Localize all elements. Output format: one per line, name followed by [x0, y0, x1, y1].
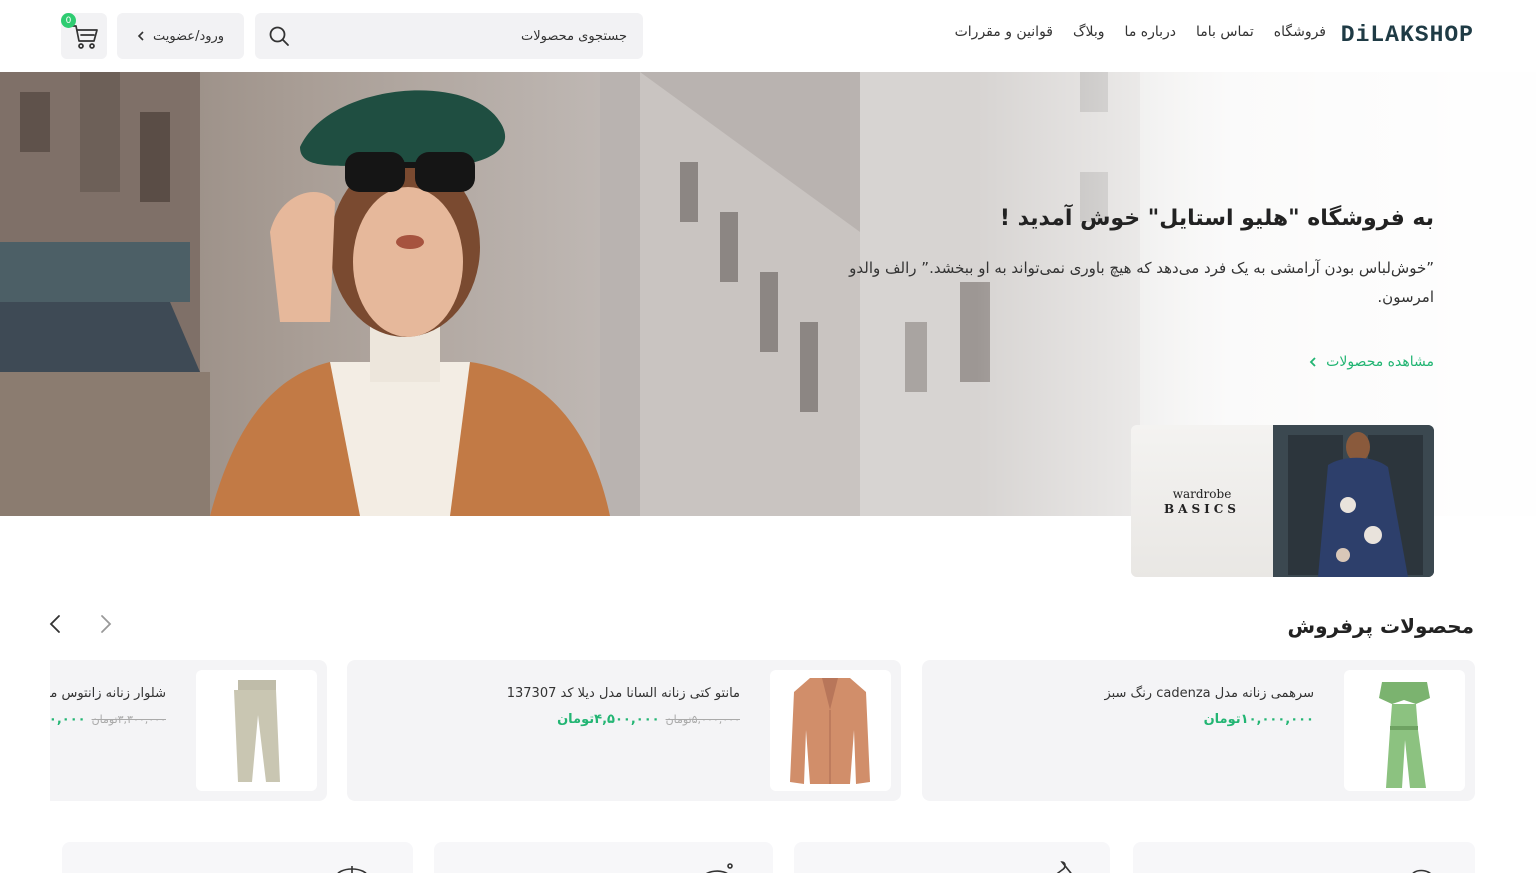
product-price-row: ۳,۳۰۰,۰۰۰تومان ۳,۰۰۰,۰۰۰تومان: [50, 712, 166, 727]
product-name[interactable]: سرهمی زنانه مدل cadenza رنگ سبز: [1104, 686, 1314, 701]
product-card[interactable]: مانتو کتی زنانه السانا مدل دیلا کد 13730…: [347, 660, 901, 801]
nav-item-about[interactable]: درباره ما: [1125, 24, 1176, 40]
search-icon[interactable]: [267, 24, 291, 48]
cart-count-badge: 0: [61, 13, 76, 28]
best-sellers-carousel: سرهمی زنانه مدل cadenza رنگ سبز ۱۰,۰۰۰,۰…: [50, 660, 1475, 801]
umbrella-icon: [337, 866, 367, 873]
product-price-row: ۱۰,۰۰۰,۰۰۰تومان: [1204, 712, 1314, 727]
product-old-price: ۳,۳۰۰,۰۰۰تومان: [91, 713, 166, 726]
carousel-next-arrow[interactable]: [93, 612, 117, 636]
login-register-button[interactable]: ورود/عضویت: [117, 13, 244, 59]
site-logo[interactable]: DiLAKSHOP: [1341, 22, 1474, 48]
search-box: [255, 13, 643, 59]
product-image: [770, 670, 891, 791]
product-card[interactable]: سرهمی زنانه مدل cadenza رنگ سبز ۱۰,۰۰۰,۰…: [922, 660, 1475, 801]
product-image: [1344, 670, 1465, 791]
product-price: ۱۰,۰۰۰,۰۰۰تومان: [1203, 712, 1314, 727]
search-input[interactable]: [307, 13, 627, 59]
view-products-link[interactable]: مشاهده محصولات: [1308, 354, 1434, 370]
category-card[interactable]: [1133, 842, 1475, 873]
category-card[interactable]: [62, 842, 413, 873]
nav-item-contact[interactable]: تماس باما: [1196, 24, 1254, 40]
promo-image: [1273, 425, 1434, 577]
promo-line-1: wardrobe: [1172, 487, 1232, 501]
product-name[interactable]: شلوار زنانه زانتوس مدل: [50, 686, 166, 701]
site-header: DiLAKSHOP فروشگاه تماس باما درباره ما وب…: [0, 0, 1536, 72]
best-sellers-title: محصولات پرفروش: [1287, 614, 1474, 638]
hero-quote: ”خوش‌لباس بودن آرامشی به یک فرد می‌دهد ک…: [849, 259, 1434, 306]
chevron-left-icon: [1309, 357, 1316, 367]
promo-text-panel: wardrobe BASICS: [1131, 425, 1273, 577]
product-name[interactable]: مانتو کتی زنانه السانا مدل دیلا کد 13730…: [507, 686, 740, 701]
cap-icon: [705, 863, 733, 873]
product-card[interactable]: شلوار زنانه زانتوس مدل ۳,۳۰۰,۰۰۰تومان ۳,…: [50, 660, 327, 801]
dress-icon: [1412, 869, 1431, 873]
hero-title: به فروشگاه "هلیو استایل" خوش آمدید !: [999, 206, 1434, 231]
cart-icon: [71, 25, 98, 49]
product-price: ۴,۵۰۰,۰۰۰تومان: [557, 712, 660, 727]
carousel-prev-arrow[interactable]: [44, 612, 68, 636]
promo-line-2: BASICS: [1164, 502, 1240, 516]
product-old-price: ۵,۰۰۰,۰۰۰تومان: [665, 713, 740, 726]
category-card[interactable]: [434, 842, 773, 873]
product-price-row: ۵,۰۰۰,۰۰۰تومان ۴,۵۰۰,۰۰۰تومان: [557, 712, 740, 727]
product-image: [196, 670, 317, 791]
category-card[interactable]: [794, 842, 1110, 873]
chevron-left-icon: [137, 31, 144, 41]
product-price: ۳,۰۰۰,۰۰۰تومان: [50, 712, 86, 727]
coat-image: [790, 678, 870, 784]
nav-item-rules[interactable]: قوانین و مقررات: [955, 24, 1053, 40]
nav-item-blog[interactable]: وبلاگ: [1073, 24, 1105, 40]
view-products-label: مشاهده محصولات: [1326, 354, 1434, 370]
login-label: ورود/عضویت: [152, 28, 225, 44]
jumpsuit-image: [1379, 682, 1430, 788]
trousers-image: [234, 680, 280, 782]
hanger-icon: [1056, 861, 1072, 873]
wardrobe-basics-promo[interactable]: wardrobe BASICS: [1131, 425, 1434, 577]
main-nav: فروشگاه تماس باما درباره ما وبلاگ قوانین…: [955, 24, 1326, 40]
nav-item-shop[interactable]: فروشگاه: [1274, 24, 1326, 40]
cart-button[interactable]: 0: [61, 13, 107, 59]
